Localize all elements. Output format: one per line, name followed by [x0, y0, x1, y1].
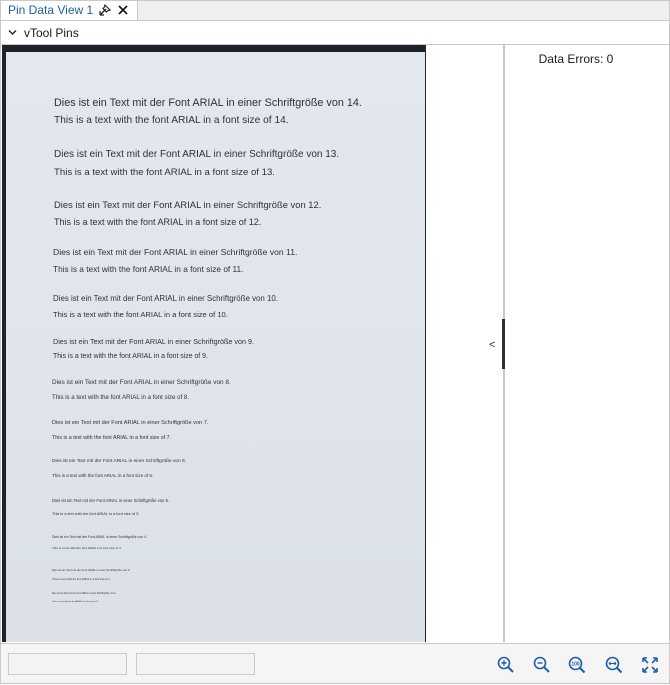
document-text-line: Dies ist ein Text mit der Font ARIAL in … [52, 459, 187, 464]
chevron-down-icon[interactable] [7, 27, 18, 38]
document-text-line: This is a text with the font ARIAL in a … [53, 310, 228, 319]
document-text-line: This is a text with the font ARIAL in a … [54, 167, 275, 178]
document-text-line: This is a text with the font ARIAL in a … [53, 353, 208, 360]
document-image: Dies ist ein Text mit der Font ARIAL in … [6, 52, 425, 642]
document-text-line: Dies ist ein Text mit der Font ARIAL in … [52, 379, 231, 386]
document-text-line: This is a text with the font ARIAL in a … [52, 578, 111, 581]
document-text-line: Dies ist ein Text mit der Font ARIAL in … [52, 498, 170, 503]
status-field-2 [136, 653, 255, 675]
document-text-line: Dies ist ein Text mit der Font ARIAL in … [53, 294, 278, 303]
document-text-line: This is a text with the font ARIAL in a … [52, 473, 154, 478]
bottom-toolbar: 100 [0, 643, 670, 685]
document-text-line: Dies ist ein Text mit der Font ARIAL in … [53, 247, 298, 257]
collapse-left-icon[interactable]: < [489, 339, 495, 351]
zoom-100-label: 100 [571, 661, 580, 667]
document-text-line: Dies ist ein Text mit der Font ARIAL in … [54, 149, 340, 160]
document-text-line: Dies ist ein Text mit der Font ARIAL in … [53, 337, 254, 346]
pin-icon[interactable] [98, 3, 112, 17]
document-text-line: This is a text with the font ARIAL in a … [54, 217, 262, 227]
document-text-line: This is a text with the font ARIAL in a … [53, 264, 244, 274]
status-field-1 [8, 653, 127, 675]
close-icon[interactable] [116, 3, 130, 17]
document-text-line: Dies ist ein Text mit der Font ARIAL in … [54, 199, 322, 210]
data-panel: Data Errors: 0 [505, 45, 670, 642]
document-text-line: This is a text with the font ARIAL in a … [52, 511, 140, 516]
document-text-line: This is a text with the font ARIAL in a … [52, 601, 99, 603]
document-text-line: This is a text with the font ARIAL in a … [52, 546, 122, 550]
document-text-line: Dies ist ein Text mit der Font ARIAL in … [52, 568, 131, 572]
document-text-line: Dies ist ein Text mit der Font ARIAL in … [52, 535, 147, 539]
zoom-out-icon[interactable] [532, 655, 552, 675]
zoom-100-icon[interactable]: 100 [567, 655, 587, 675]
tab-strip: Pin Data View 1 [0, 0, 670, 21]
document-text-line: This is a text with the font ARIAL in a … [52, 394, 189, 401]
tab-label: Pin Data View 1 [8, 3, 94, 17]
document-text-line: This is a text with the font ARIAL in a … [52, 435, 172, 441]
document-text-line: This is a text with the font ARIAL in a … [54, 115, 289, 126]
section-title: vTool Pins [24, 26, 79, 40]
zoom-fit-width-icon[interactable] [604, 655, 624, 675]
document-text-line: Dies ist ein Text mit der Font ARIAL in … [52, 420, 209, 426]
document-text-line: Dies ist ein Text mit der Font ARIAL in … [52, 593, 117, 595]
data-errors-label: Data Errors: 0 [538, 52, 614, 66]
fit-to-window-icon[interactable] [640, 655, 660, 675]
section-header[interactable]: vTool Pins [0, 21, 670, 45]
document-text-line: Dies ist ein Text mit der Font ARIAL in … [54, 97, 362, 109]
tab-pin-data-view[interactable]: Pin Data View 1 [0, 0, 138, 20]
image-view[interactable]: Dies ist ein Text mit der Font ARIAL in … [2, 45, 426, 642]
zoom-in-icon[interactable] [496, 655, 516, 675]
